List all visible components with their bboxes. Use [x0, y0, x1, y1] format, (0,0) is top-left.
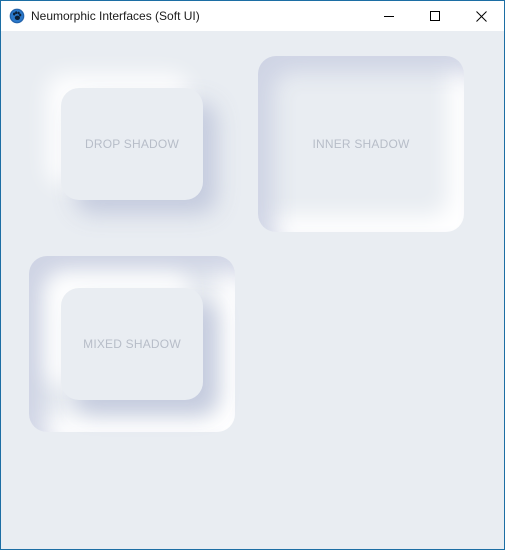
inner-shadow-label: INNER SHADOW	[312, 137, 410, 151]
drop-shadow-label: DROP SHADOW	[85, 137, 179, 151]
maximize-button[interactable]	[412, 1, 458, 31]
window-title: Neumorphic Interfaces (Soft UI)	[31, 9, 200, 23]
minimize-icon	[384, 16, 394, 17]
paw-icon[interactable]	[9, 8, 25, 24]
inner-shadow-card: INNER SHADOW	[258, 56, 464, 232]
mixed-shadow-card: MIXED SHADOW	[61, 288, 203, 400]
app-window: Neumorphic Interfaces (Soft UI) DROP SHA…	[0, 0, 505, 550]
drop-shadow-card: DROP SHADOW	[61, 88, 203, 200]
close-button[interactable]	[458, 1, 504, 31]
mixed-shadow-well: MIXED SHADOW	[29, 256, 235, 432]
mixed-shadow-label: MIXED SHADOW	[83, 337, 181, 351]
content-area: DROP SHADOW INNER SHADOW MIXED SHADOW	[1, 31, 504, 549]
minimize-button[interactable]	[366, 1, 412, 31]
maximize-icon	[430, 11, 440, 21]
title-bar[interactable]: Neumorphic Interfaces (Soft UI)	[1, 1, 504, 31]
close-icon	[475, 10, 487, 22]
